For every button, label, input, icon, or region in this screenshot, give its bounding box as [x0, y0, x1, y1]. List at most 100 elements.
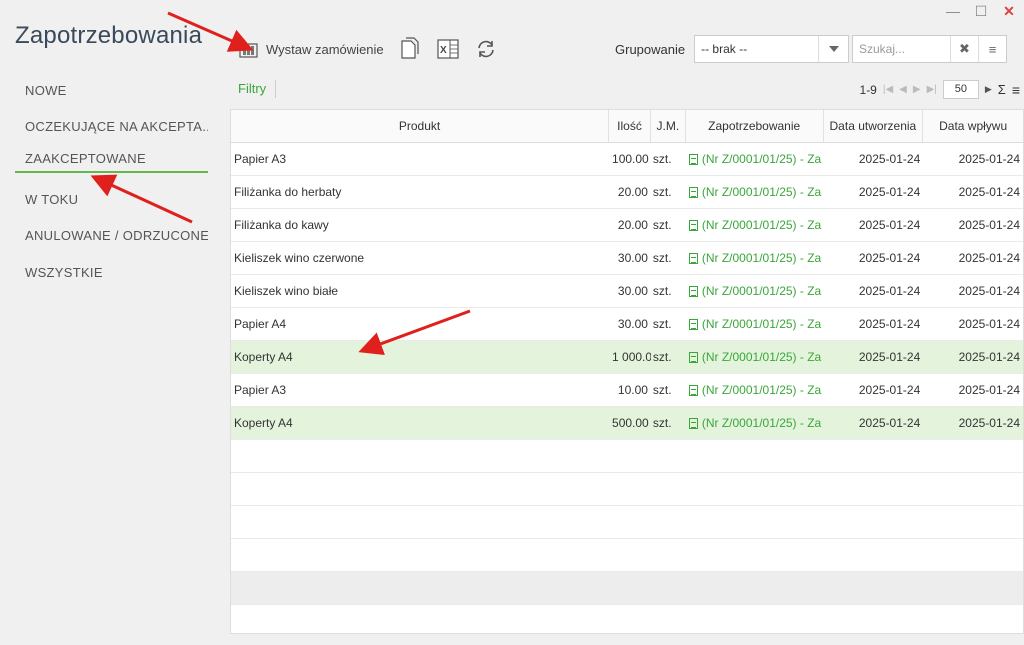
cell-jm: szt.: [652, 317, 672, 331]
requisition-link[interactable]: (Nr Z/0001/01/25) - Za: [702, 284, 821, 298]
column-header-data-utworzenia[interactable]: Data utworzenia: [824, 110, 924, 142]
cell-zapotrzebowanie[interactable]: (Nr Z/0001/01/25) - Za: [686, 317, 824, 331]
column-header-jm[interactable]: J.M.: [651, 110, 686, 142]
document-icon: [688, 285, 698, 297]
cell-zapotrzebowanie[interactable]: (Nr Z/0001/01/25) - Za: [686, 185, 824, 199]
pager: 1-9 |◀ ◀ ▶ ▶| 50 ▶ Σ ≡: [860, 80, 1020, 99]
requisition-link[interactable]: (Nr Z/0001/01/25) - Za: [702, 152, 821, 166]
cell-zapotrzebowanie[interactable]: (Nr Z/0001/01/25) - Za: [686, 251, 824, 265]
first-page-icon[interactable]: |◀: [883, 84, 893, 95]
cell-zapotrzebowanie[interactable]: (Nr Z/0001/01/25) - Za: [686, 416, 824, 430]
last-page-icon[interactable]: ▶|: [927, 84, 937, 95]
document-icon: [688, 417, 698, 429]
requisition-link[interactable]: (Nr Z/0001/01/25) - Za: [702, 317, 821, 331]
column-header-zapotrzebowanie[interactable]: Zapotrzebowanie: [686, 110, 824, 142]
requisition-link[interactable]: (Nr Z/0001/01/25) - Za: [702, 218, 821, 232]
cell-produkt: Papier A3: [234, 383, 287, 397]
refresh-icon: [474, 37, 498, 61]
cell-produkt: Koperty A4: [234, 416, 293, 430]
close-button[interactable]: ✕: [1002, 4, 1016, 18]
document-icon: [688, 318, 698, 330]
cell-zapotrzebowanie[interactable]: (Nr Z/0001/01/25) - Za: [686, 218, 824, 232]
cell-zapotrzebowanie[interactable]: (Nr Z/0001/01/25) - Za: [686, 152, 824, 166]
order-icon: [236, 37, 260, 61]
prev-page-icon[interactable]: ◀: [899, 84, 907, 95]
clear-search-button[interactable]: ✖: [950, 36, 978, 62]
maximize-button[interactable]: ☐: [974, 4, 988, 18]
page-size-arrow-icon[interactable]: ▶: [985, 84, 992, 95]
cell-data-utworzenia: 2025-01-24: [858, 251, 921, 265]
export-excel-button[interactable]: X: [436, 37, 460, 61]
filters-link[interactable]: Filtry: [238, 81, 266, 96]
table-row[interactable]: Kieliszek wino białe 30.00 szt. (Nr Z/0001/…: [231, 275, 1023, 308]
table-row[interactable]: Koperty A4 1 000.00szt. (Nr Z/0001/01/25) …: [231, 341, 1023, 374]
cell-jm: szt.: [652, 383, 672, 397]
cell-produkt: Papier A3: [234, 152, 287, 166]
grouping-value: -- brak --: [701, 42, 748, 56]
table-row[interactable]: Papier A3 100.00 szt. (Nr Z/0001/01/25) - Z…: [231, 143, 1023, 176]
table-row[interactable]: Koperty A4 500.00 szt. (Nr Z/0001/01/25) - …: [231, 407, 1023, 440]
document-icon: [688, 351, 698, 363]
requisition-link[interactable]: (Nr Z/0001/01/25) - Za: [702, 416, 821, 430]
chevron-down-icon: [818, 36, 848, 62]
next-page-icon[interactable]: ▶: [913, 84, 921, 95]
requisition-link[interactable]: (Nr Z/0001/01/25) - Za: [702, 350, 821, 364]
column-header-data-wplywu[interactable]: Data wpływu: [923, 110, 1023, 142]
empty-row: [231, 605, 1023, 633]
table-row[interactable]: Papier A4 30.00 szt. (Nr Z/0001/01/25) - Za…: [231, 308, 1023, 341]
window-controls: — ☐ ✕: [946, 4, 1016, 18]
requisition-link[interactable]: (Nr Z/0001/01/25) - Za: [702, 383, 821, 397]
excel-icon: X: [436, 37, 460, 61]
table-row[interactable]: Kieliszek wino czerwone 30.00 szt. (Nr Z/00…: [231, 242, 1023, 275]
requisition-link[interactable]: (Nr Z/0001/01/25) - Za: [702, 251, 821, 265]
filters-separator: [275, 80, 276, 98]
cell-produkt: Papier A4: [234, 317, 287, 331]
nav-item-w-toku[interactable]: W TOKU: [15, 181, 208, 218]
cell-data-wplywu: 2025-01-24: [958, 383, 1020, 397]
cell-jm: szt.: [652, 152, 672, 166]
column-header-produkt[interactable]: Produkt: [231, 110, 610, 142]
page-size-input[interactable]: 50: [942, 80, 979, 99]
search-input[interactable]: [853, 36, 950, 62]
minimize-button[interactable]: —: [946, 4, 960, 18]
cell-jm: szt.: [652, 350, 672, 364]
cell-data-utworzenia: 2025-01-24: [858, 317, 921, 331]
nav-item-anulowane[interactable]: ANULOWANE / ODRZUCONE: [15, 218, 208, 255]
sum-button[interactable]: Σ: [998, 82, 1006, 97]
nav-item-wszystkie[interactable]: WSZYSTKIE: [15, 254, 208, 291]
table-row[interactable]: Papier A3 10.00 szt. (Nr Z/0001/01/25) - Za…: [231, 374, 1023, 407]
cell-ilosc: 30.00: [617, 317, 648, 331]
nav-item-oczekujace[interactable]: OCZEKUJĄCE NA AKCEPTA...: [15, 109, 208, 146]
empty-row: [231, 572, 1023, 605]
nav-item-zaakceptowane[interactable]: ZAAKCEPTOWANE: [15, 145, 208, 173]
column-header-ilosc[interactable]: Ilość: [609, 110, 651, 142]
search-menu-button[interactable]: ≡: [978, 36, 1006, 62]
empty-row: [231, 440, 1023, 473]
create-order-button[interactable]: Wystaw zamówienie: [236, 37, 384, 61]
cell-data-wplywu: 2025-01-24: [958, 416, 1020, 430]
empty-row: [231, 473, 1023, 506]
grouping-label: Grupowanie: [615, 41, 686, 57]
cell-data-wplywu: 2025-01-24: [958, 350, 1020, 364]
cell-zapotrzebowanie[interactable]: (Nr Z/0001/01/25) - Za: [686, 383, 824, 397]
grid-header: Produkt Ilość J.M. Zapotrzebowanie Data …: [231, 110, 1023, 143]
cell-data-utworzenia: 2025-01-24: [858, 152, 921, 166]
cell-data-utworzenia: 2025-01-24: [858, 284, 921, 298]
cell-ilosc: 30.00: [617, 284, 648, 298]
table-row[interactable]: Filiżanka do herbaty 20.00 szt. (Nr Z/0001/…: [231, 176, 1023, 209]
cell-zapotrzebowanie[interactable]: (Nr Z/0001/01/25) - Za: [686, 350, 824, 364]
copy-button[interactable]: [398, 37, 422, 61]
nav-item-nowe[interactable]: NOWE: [15, 72, 208, 109]
refresh-button[interactable]: [474, 37, 498, 61]
toolbar: Wystaw zamówienie X: [236, 32, 498, 66]
hamburger-icon: ≡: [988, 41, 997, 57]
cell-data-wplywu: 2025-01-24: [958, 185, 1020, 199]
table-row[interactable]: Filiżanka do kawy 20.00 szt. (Nr Z/0001/01/…: [231, 209, 1023, 242]
cell-ilosc: 1 000.00: [612, 350, 651, 364]
requisition-link[interactable]: (Nr Z/0001/01/25) - Za: [702, 185, 821, 199]
cell-data-wplywu: 2025-01-24: [958, 152, 1020, 166]
cell-zapotrzebowanie[interactable]: (Nr Z/0001/01/25) - Za: [686, 284, 824, 298]
search-box: ✖ ≡: [852, 35, 1007, 63]
grouping-select[interactable]: -- brak --: [694, 35, 850, 63]
columns-menu-icon[interactable]: ≡: [1012, 82, 1020, 98]
